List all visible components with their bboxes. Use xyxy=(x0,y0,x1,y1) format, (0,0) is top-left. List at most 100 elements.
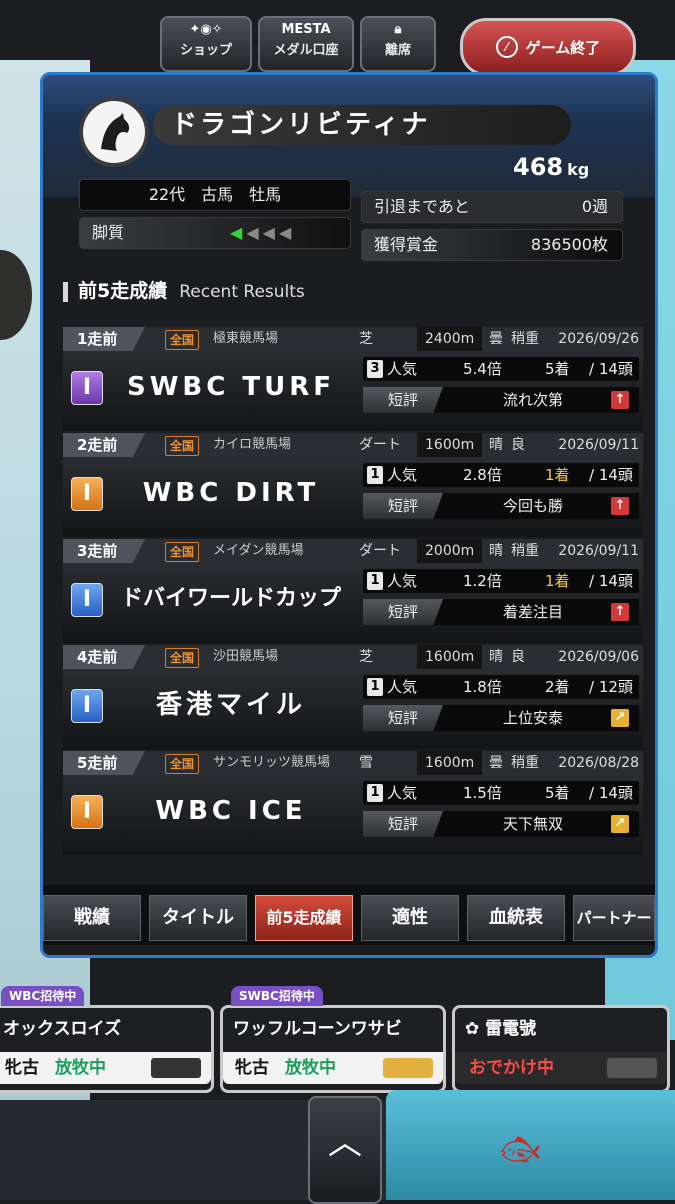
race-name: ドバイワールドカップ xyxy=(120,586,341,611)
race-course: メイダン競馬場 xyxy=(213,543,304,558)
retire-info: 引退まであと 0週 xyxy=(361,191,623,223)
legs-indicator: ◀◀◀◀ xyxy=(230,218,295,248)
race-result-row[interactable]: 5走前 全国 サンモリッツ競馬場 雪 1600m 曇稍重 2026/08/28 I WBC IC… xyxy=(63,751,643,857)
legs-info: 脚質 ◀◀◀◀ xyxy=(79,217,351,249)
race-condition: 稍重 xyxy=(511,755,539,771)
race-place: 5着 xyxy=(545,360,570,378)
race-result-row[interactable]: 1走前 全国 極東競馬場 芝 2400m 曇稍重 2026/09/26 I SWBC TURF 3… xyxy=(63,327,643,433)
popularity-rank: 1 xyxy=(367,784,383,802)
race-course: サンモリッツ競馬場 xyxy=(213,755,331,770)
race-ago: 4走前 xyxy=(63,645,145,669)
arrow-up-icon: ↑ xyxy=(611,391,629,409)
race-field-size: / 14頭 xyxy=(589,360,633,378)
race-weather: 晴 xyxy=(489,649,503,665)
tab-partner[interactable]: パートナー xyxy=(573,895,655,941)
race-stats: 3 人気 5.4倍 5着 / 14頭 xyxy=(363,357,639,381)
card-state: おでかけ中 xyxy=(469,1058,554,1078)
comment-label: 短評 xyxy=(363,599,443,625)
race-meta: 2走前 全国 カイロ競馬場 ダート 1600m 晴良 2026/09/11 xyxy=(63,433,643,457)
card-form-graph xyxy=(607,1058,657,1078)
shop-icon: ✦◉✧ xyxy=(189,22,223,37)
race-field-size: / 14頭 xyxy=(589,784,633,802)
tab-recent-results[interactable]: 前5走成績 xyxy=(255,895,353,941)
card-ribbon: SWBC招待中 xyxy=(231,986,323,1006)
race-result-row[interactable]: 3走前 全国 メイダン競馬場 ダート 2000m 晴稍重 2026/09/11 I ドバイワール… xyxy=(63,539,643,645)
leave-seat-button[interactable]: 🔒︎ 離席 xyxy=(360,16,436,72)
legs-arrow-icon: ◀ xyxy=(246,223,263,242)
race-stats: 1 人気 2.8倍 1着 / 14頭 xyxy=(363,463,639,487)
comment-text: 流れ次第 xyxy=(502,391,563,409)
card-ribbon: WBC招待中 xyxy=(1,986,85,1006)
race-field-size: / 12頭 xyxy=(589,678,633,696)
race-distance: 1600m xyxy=(417,751,483,775)
lock-icon: 🔒︎ xyxy=(394,22,402,37)
race-name: WBC ICE xyxy=(155,796,307,826)
popularity-label: 人気 xyxy=(387,678,418,696)
horse-card[interactable]: SWBC招待中 ワッフルコーンワサビ 牝古 放牧中 xyxy=(220,986,446,1093)
popularity-rank: 3 xyxy=(367,360,383,378)
race-body: I SWBC TURF 3 人気 5.4倍 5着 / 14頭 短評 流れ次第 ↑ xyxy=(63,351,643,431)
end-game-button[interactable]: ⁄ ゲーム終了 xyxy=(460,18,636,76)
tab-record[interactable]: 戦績 xyxy=(43,895,141,941)
card-state: 放牧中 xyxy=(55,1058,106,1078)
shop-label: ショップ xyxy=(179,43,232,58)
popularity-rank: 1 xyxy=(367,678,383,696)
background-object xyxy=(0,250,32,340)
tab-pedigree[interactable]: 血統表 xyxy=(467,895,565,941)
shop-button[interactable]: ✦◉✧ ショップ xyxy=(160,16,252,72)
tab-bar: 戦績 タイトル 前5走成績 適性 血統表 パートナー xyxy=(43,885,655,945)
race-distance: 1600m xyxy=(417,433,483,457)
tab-aptitude[interactable]: 適性 xyxy=(361,895,459,941)
race-place: 1着 xyxy=(545,466,570,484)
popularity-rank: 1 xyxy=(367,572,383,590)
retire-value: 0週 xyxy=(581,197,608,216)
horse-card[interactable]: WBC招待中 オックスロイズ 牝古 放牧中 xyxy=(0,986,214,1093)
race-meta: 1走前 全国 極東競馬場 芝 2400m 曇稍重 2026/09/26 xyxy=(63,327,643,351)
race-surface: 芝 xyxy=(359,331,373,347)
race-distance: 2000m xyxy=(417,539,483,563)
race-meta: 5走前 全国 サンモリッツ競馬場 雪 1600m 曇稍重 2026/08/28 xyxy=(63,751,643,775)
horse-card[interactable]: ✿ 雷電號 おでかけ中 xyxy=(452,1005,670,1093)
race-distance: 1600m xyxy=(417,645,483,669)
tab-titles[interactable]: タイトル xyxy=(149,895,247,941)
retire-label: 引退まであと xyxy=(374,197,470,216)
scroll-up-button[interactable]: ︿ xyxy=(308,1096,382,1204)
race-scope: 全国 xyxy=(165,754,200,774)
horse-cards: WBC招待中 オックスロイズ 牝古 放牧中 SWBC招待中 ワッフルコーンワサビ… xyxy=(0,985,675,1095)
medal-account-button[interactable]: MESTA メダル口座 xyxy=(258,16,354,72)
medal-account-label: メダル口座 xyxy=(273,43,339,58)
race-odds: 1.5倍 xyxy=(463,784,502,802)
medal-logo: MESTA xyxy=(281,22,331,37)
popularity-label: 人気 xyxy=(387,784,418,802)
comment-label: 短評 xyxy=(363,493,443,519)
race-comment: 短評 流れ次第 ↑ xyxy=(363,387,639,413)
horse-head-icon xyxy=(79,97,149,167)
race-name: 香港マイル xyxy=(155,690,306,720)
race-result-row[interactable]: 4走前 全国 沙田競馬場 芝 1600m 晴良 2026/09/06 I 香港マイル 1 人気 1.8… xyxy=(63,645,643,751)
race-ago: 2走前 xyxy=(63,433,145,457)
race-odds: 1.2倍 xyxy=(463,572,502,590)
race-condition: 稍重 xyxy=(511,331,539,347)
grade-badge: I xyxy=(71,477,103,511)
race-name: WBC DIRT xyxy=(142,478,320,508)
race-ago: 5走前 xyxy=(63,751,145,775)
card-form-graph xyxy=(151,1058,201,1078)
race-scope: 全国 xyxy=(165,330,200,350)
legs-arrow-icon: ◀ xyxy=(230,223,247,242)
paw-icon: ✿ xyxy=(465,1019,486,1039)
popularity-rank: 1 xyxy=(367,466,383,484)
horse-name: ドラゴンリビティナ xyxy=(153,105,571,145)
arrow-up-right-icon: ↗ xyxy=(611,815,629,833)
arrow-up-right-icon: ↗ xyxy=(611,709,629,727)
race-course: カイロ競馬場 xyxy=(213,437,292,452)
race-date: 2026/08/28 xyxy=(558,755,639,771)
prize-label: 獲得賞金 xyxy=(374,235,439,254)
race-comment: 短評 今回も勝 ↑ xyxy=(363,493,639,519)
race-date: 2026/09/11 xyxy=(558,543,639,559)
race-surface: 雪 xyxy=(359,755,373,771)
grade-badge: I xyxy=(71,795,103,829)
race-result-row[interactable]: 2走前 全国 カイロ競馬場 ダート 1600m 晴良 2026/09/11 I WBC DIRT… xyxy=(63,433,643,539)
card-sex-age: 牝古 xyxy=(235,1058,269,1078)
comment-text: 今回も勝 xyxy=(502,497,563,515)
race-ago: 1走前 xyxy=(63,327,145,351)
